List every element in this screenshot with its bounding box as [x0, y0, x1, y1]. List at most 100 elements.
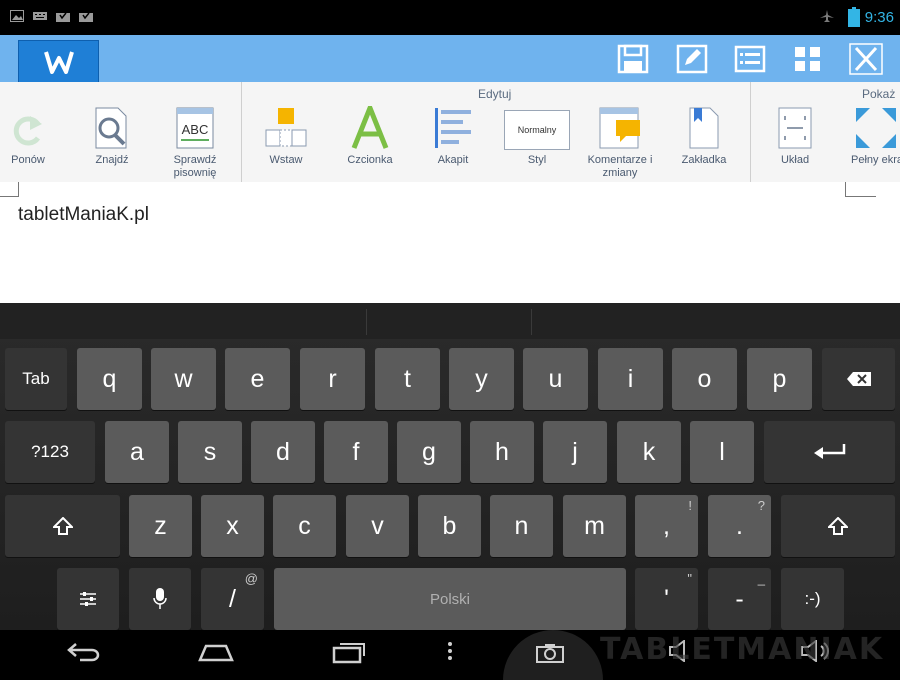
settings-key[interactable]: [57, 568, 119, 630]
key-s[interactable]: s: [178, 421, 242, 483]
comments-button[interactable]: Komentarze i zmiany: [578, 102, 662, 180]
spellcheck-button[interactable]: ABC Sprawdź pisownię: [153, 102, 237, 180]
suggestion-strip[interactable]: [0, 303, 900, 339]
status-bar: 9:36: [0, 0, 900, 35]
camera-icon[interactable]: [536, 643, 564, 663]
key-z[interactable]: z: [129, 495, 192, 557]
key-j[interactable]: j: [543, 421, 607, 483]
app-logo-button[interactable]: [18, 40, 99, 83]
fullscreen-button[interactable]: Pełny ekra: [836, 102, 900, 167]
shift-key-left[interactable]: [5, 495, 120, 557]
microphone-icon: [153, 588, 167, 609]
save-icon[interactable]: [616, 43, 650, 75]
key-a[interactable]: a: [105, 421, 169, 483]
smiley-key[interactable]: :-): [781, 568, 844, 630]
find-button[interactable]: Znajdź: [70, 102, 154, 167]
edit-icon[interactable]: [675, 43, 709, 75]
key-f[interactable]: f: [324, 421, 388, 483]
backspace-icon: [846, 372, 871, 386]
ribbon-divider: [750, 82, 751, 182]
back-icon[interactable]: [66, 640, 100, 662]
key-r[interactable]: r: [300, 348, 365, 410]
sliders-icon: [80, 592, 96, 606]
key-n[interactable]: n: [490, 495, 553, 557]
redo-button[interactable]: Ponów: [0, 102, 70, 167]
insert-button[interactable]: Wstaw: [244, 102, 328, 167]
key-q[interactable]: q: [77, 348, 142, 410]
keyboard-notification-icon: [33, 12, 47, 20]
shift-key-right[interactable]: [781, 495, 895, 557]
key-x[interactable]: x: [201, 495, 264, 557]
ribbon-divider: [241, 82, 242, 182]
redo-label: Ponów: [11, 154, 45, 166]
grid-view-icon[interactable]: [791, 43, 825, 75]
word-logo-icon: [43, 50, 74, 74]
page-corner-mark: [845, 182, 876, 197]
key-g[interactable]: g: [397, 421, 461, 483]
ribbon: Edytuj Pokaż Ponów Znajdź ABC Sprawdź pi…: [0, 82, 900, 183]
key-i[interactable]: i: [598, 348, 663, 410]
insert-icon: [265, 108, 307, 147]
document-area[interactable]: tabletManiaK.pl: [0, 182, 900, 303]
bookmark-button[interactable]: Zakładka: [662, 102, 746, 167]
enter-icon: [813, 444, 845, 459]
paragraph-button[interactable]: Akapit: [411, 102, 495, 167]
space-key[interactable]: Polski: [274, 568, 626, 630]
voice-input-key[interactable]: [129, 568, 191, 630]
spellcheck-icon: ABC: [176, 107, 214, 149]
soft-keyboard: Tab q w e r t y u i o p ?123 a s d f g h…: [0, 303, 900, 630]
style-label: Styl: [527, 154, 547, 166]
key-e[interactable]: e: [225, 348, 290, 410]
layout-button[interactable]: Układ: [753, 102, 837, 167]
key-d[interactable]: d: [251, 421, 315, 483]
tab-key[interactable]: Tab: [5, 348, 67, 410]
style-preview: Normalny: [504, 110, 570, 150]
layout-icon: [778, 107, 812, 149]
document-text[interactable]: tabletManiaK.pl: [18, 204, 149, 226]
key-c[interactable]: c: [273, 495, 336, 557]
key-apostrophe[interactable]: ' ": [635, 568, 698, 630]
image-notification-icon: [10, 10, 24, 22]
key-dash[interactable]: - _: [708, 568, 771, 630]
home-icon[interactable]: [198, 640, 234, 662]
backspace-key[interactable]: [822, 348, 895, 410]
comment-icon: [599, 107, 640, 149]
battery-icon: [848, 7, 860, 27]
key-t[interactable]: t: [375, 348, 440, 410]
svg-text:ABC: ABC: [182, 122, 209, 137]
key-h[interactable]: h: [470, 421, 534, 483]
shop-bag-notification-icon-2: [79, 12, 93, 22]
recent-apps-icon[interactable]: [332, 640, 366, 664]
clock: 9:36: [864, 9, 894, 26]
key-y[interactable]: y: [449, 348, 514, 410]
find-label: Znajdź: [95, 154, 129, 166]
key-v[interactable]: v: [346, 495, 409, 557]
key-slash[interactable]: / @: [201, 568, 264, 630]
key-m[interactable]: m: [563, 495, 626, 557]
key-u[interactable]: u: [523, 348, 588, 410]
page-corner-mark: [0, 182, 19, 197]
key-period[interactable]: .?: [708, 495, 771, 557]
comments-label: Komentarze i zmiany: [587, 154, 653, 179]
shift-icon: [828, 517, 848, 535]
close-icon[interactable]: [849, 43, 883, 75]
spellcheck-label: Sprawdź pisownię: [173, 154, 217, 179]
font-button[interactable]: Czcionka: [328, 102, 412, 167]
ribbon-group-show-title: Pokaż: [862, 87, 896, 101]
fullscreen-label: Pełny ekra: [851, 154, 900, 166]
enter-key[interactable]: [764, 421, 895, 483]
key-l[interactable]: l: [690, 421, 754, 483]
fullscreen-icon: [856, 108, 896, 148]
find-icon: [95, 107, 127, 149]
key-comma[interactable]: ,!: [635, 495, 698, 557]
key-k[interactable]: k: [617, 421, 681, 483]
key-w[interactable]: w: [151, 348, 216, 410]
style-button[interactable]: Normalny Styl: [495, 102, 579, 167]
airplane-icon: [820, 10, 834, 22]
menu-overflow-icon[interactable]: [446, 640, 454, 662]
key-o[interactable]: o: [672, 348, 737, 410]
key-b[interactable]: b: [418, 495, 481, 557]
key-p[interactable]: p: [747, 348, 812, 410]
symbols-key[interactable]: ?123: [5, 421, 95, 483]
list-view-icon[interactable]: [733, 43, 767, 75]
